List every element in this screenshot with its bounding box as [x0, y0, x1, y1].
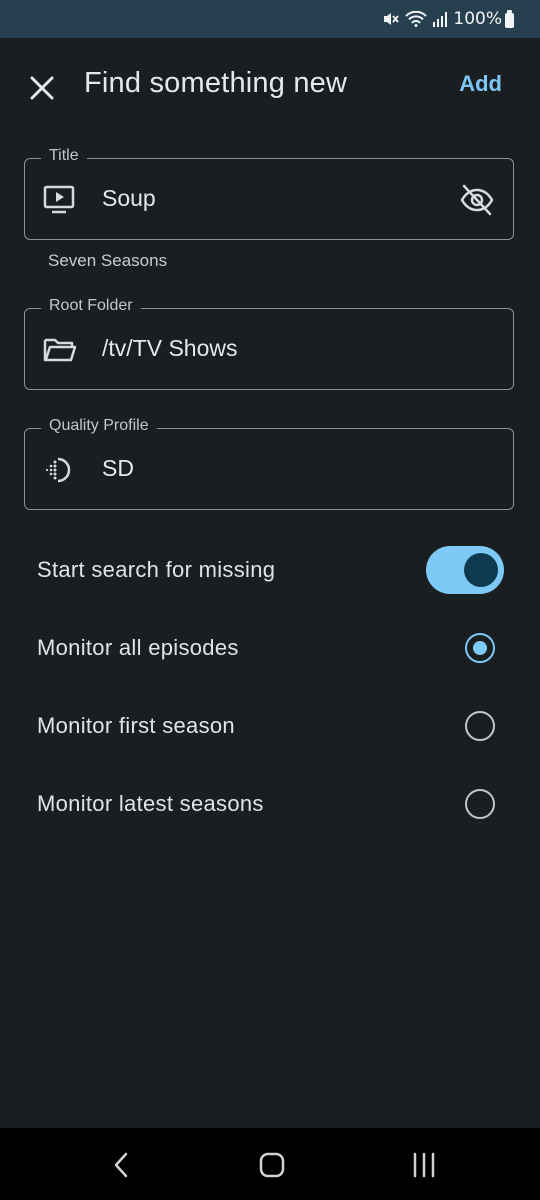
- root-folder-value: /tv/TV Shows: [102, 335, 238, 361]
- quality-profile-value: SD: [102, 455, 134, 481]
- recent-apps-icon[interactable]: [404, 1150, 444, 1180]
- quality-icon: [45, 457, 71, 483]
- monitor-option-label: Monitor all episodes: [37, 635, 239, 660]
- home-icon[interactable]: [252, 1150, 292, 1180]
- close-button[interactable]: [22, 68, 62, 108]
- search-missing-toggle[interactable]: [426, 546, 504, 594]
- tv-play-icon: [43, 185, 75, 214]
- title-field-value: Soup: [102, 185, 156, 211]
- monitor-option-first[interactable]: Monitor first season: [0, 691, 540, 761]
- wifi-icon: [405, 11, 428, 27]
- radio-button[interactable]: [465, 711, 495, 741]
- title-helper-text: Seven Seasons: [48, 251, 168, 270]
- quality-profile-field[interactable]: Quality Profile SD: [24, 417, 514, 510]
- app-bar: Find something new Add: [0, 38, 540, 138]
- radio-button[interactable]: [465, 789, 495, 819]
- add-button[interactable]: Add: [459, 71, 502, 97]
- mute-icon: [384, 13, 400, 25]
- status-bar: 100%: [0, 0, 540, 38]
- monitor-option-all[interactable]: Monitor all episodes: [0, 613, 540, 683]
- page-title: Find something new: [84, 67, 348, 99]
- battery-icon: [505, 10, 514, 28]
- monitor-option-label: Monitor first season: [37, 713, 235, 738]
- search-missing-row[interactable]: Start search for missing: [0, 535, 540, 605]
- status-icons: 100%: [383, 0, 502, 38]
- back-icon[interactable]: [102, 1150, 142, 1180]
- root-folder-field[interactable]: Root Folder /tv/TV Shows: [24, 297, 514, 390]
- eye-off-icon[interactable]: [459, 183, 495, 217]
- battery-percentage: 100%: [453, 9, 502, 29]
- title-field-label: Title: [41, 147, 87, 165]
- monitor-option-latest[interactable]: Monitor latest seasons: [0, 769, 540, 839]
- system-nav-bar: [0, 1128, 540, 1200]
- root-folder-label: Root Folder: [41, 297, 141, 315]
- toggle-knob: [464, 553, 498, 587]
- quality-profile-label: Quality Profile: [41, 417, 157, 435]
- close-icon: [30, 76, 54, 100]
- monitor-option-label: Monitor latest seasons: [37, 791, 264, 816]
- signal-icon: [433, 11, 448, 27]
- title-field[interactable]: Title Soup: [24, 147, 514, 240]
- radio-button-selected[interactable]: [465, 633, 495, 663]
- folder-icon: [43, 338, 77, 362]
- search-missing-label: Start search for missing: [37, 557, 276, 582]
